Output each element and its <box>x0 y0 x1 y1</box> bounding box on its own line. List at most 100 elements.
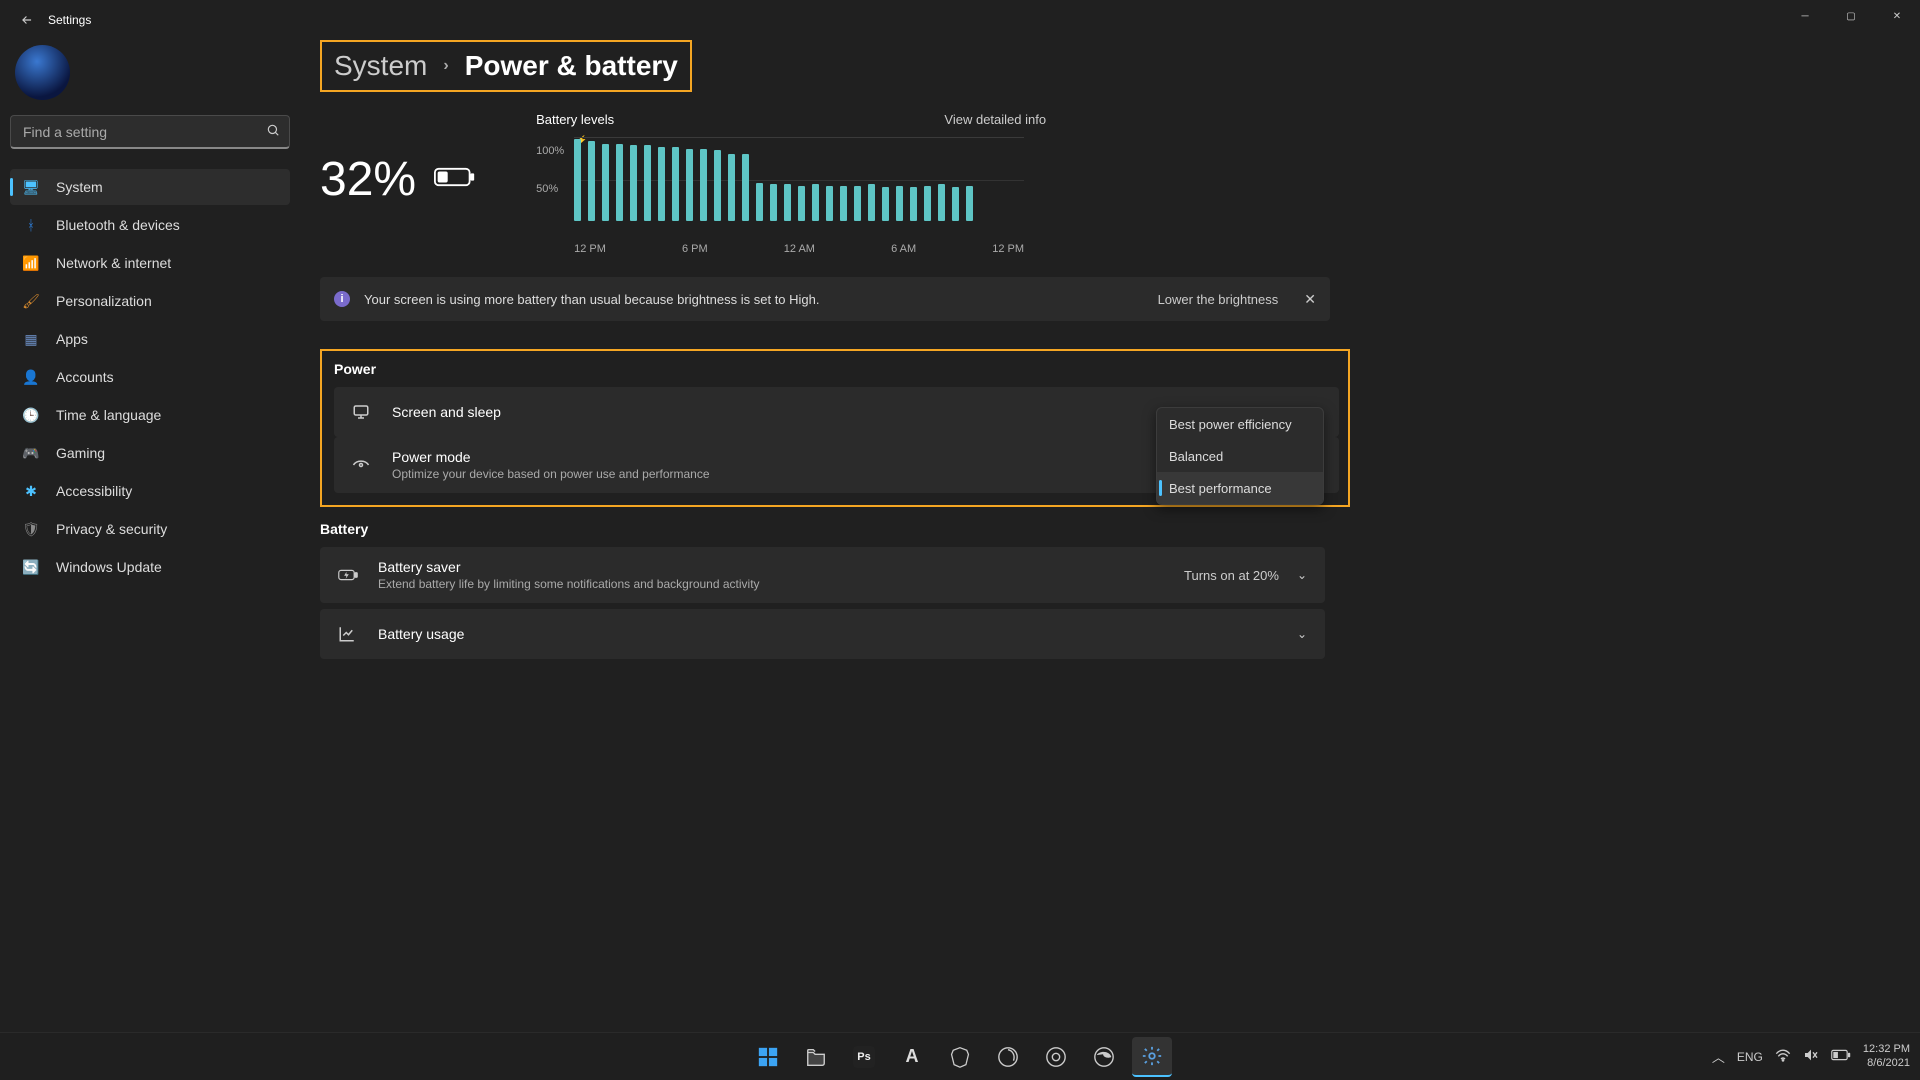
maximize-button[interactable]: ▢ <box>1828 0 1874 32</box>
sidebar-item-time-language[interactable]: 🕒Time & language <box>10 397 290 433</box>
chart-bar <box>798 186 805 221</box>
sidebar-item-gaming[interactable]: 🎮Gaming <box>10 435 290 471</box>
taskbar-app-chrome[interactable] <box>1036 1037 1076 1077</box>
tray-clock[interactable]: 12:32 PM 8/6/2021 <box>1863 1043 1910 1069</box>
power-section-highlight: Power Screen and sleep ⌄ Power mode Opti… <box>320 349 1350 507</box>
chart-bar <box>630 145 637 221</box>
battery-saver-value: Turns on at 20% <box>1184 568 1279 583</box>
wifi-icon: 📶 <box>22 254 40 272</box>
battery-percentage: 32% <box>320 152 416 207</box>
chart-bar <box>868 184 875 221</box>
chart-bar <box>756 183 763 221</box>
battery-saver-icon <box>338 568 358 582</box>
volume-icon[interactable] <box>1803 1048 1819 1065</box>
battery-percentage-block: 32% <box>320 112 476 207</box>
person-icon: 👤 <box>22 368 40 386</box>
titlebar: Settings ─ ▢ ✕ <box>0 0 1920 40</box>
shield-icon: 🛡 <box>22 520 40 538</box>
chart-bar <box>910 187 917 221</box>
tray-chevron-icon[interactable]: ︿ <box>1712 1047 1725 1066</box>
sidebar-item-windows-update[interactable]: 🔄Windows Update <box>10 549 290 585</box>
sidebar-item-accessibility[interactable]: ✱Accessibility <box>10 473 290 509</box>
chevron-down-icon: ⌄ <box>1297 627 1307 641</box>
start-button[interactable] <box>748 1037 788 1077</box>
y-tick-100: 100% <box>536 145 564 157</box>
chart-bar <box>574 139 581 221</box>
chart-bar <box>882 187 889 221</box>
battery-saver-row[interactable]: Battery saver Extend battery life by lim… <box>320 547 1325 603</box>
chart-bar <box>728 154 735 221</box>
x-tick: 6 AM <box>891 243 916 255</box>
main-content: System › Power & battery 32% Battery lev… <box>300 40 1920 1032</box>
taskbar-app-firefox[interactable] <box>988 1037 1028 1077</box>
breadcrumb-parent[interactable]: System <box>334 50 427 82</box>
sidebar-item-personalization[interactable]: 🖌Personalization <box>10 283 290 319</box>
power-mode-option[interactable]: Best power efficiency <box>1157 408 1323 440</box>
brightness-banner: i Your screen is using more battery than… <box>320 277 1330 321</box>
screen-sleep-label: Screen and sleep <box>392 404 501 420</box>
info-icon: i <box>334 291 350 307</box>
power-section-title: Power <box>334 361 1336 377</box>
clock-icon: 🕒 <box>22 406 40 424</box>
system-tray[interactable]: ︿ ENG 12:32 PM 8/6/2021 <box>1712 1043 1910 1069</box>
tray-language[interactable]: ENG <box>1737 1050 1763 1064</box>
sidebar-item-accounts[interactable]: 👤Accounts <box>10 359 290 395</box>
chart-bar <box>714 150 721 221</box>
chart-bar <box>686 149 693 221</box>
sidebar-item-network-internet[interactable]: 📶Network & internet <box>10 245 290 281</box>
battery-saver-sub: Extend battery life by limiting some not… <box>378 577 760 591</box>
chart-bar <box>854 186 861 221</box>
taskbar-app-edge[interactable] <box>1084 1037 1124 1077</box>
minimize-button[interactable]: ─ <box>1782 0 1828 32</box>
power-mode-title: Power mode <box>392 449 710 465</box>
monitor-icon <box>352 403 372 421</box>
battery-tray-icon[interactable] <box>1831 1049 1851 1064</box>
battery-saver-title: Battery saver <box>378 559 760 575</box>
taskbar-app-ps[interactable]: Ps <box>844 1037 884 1077</box>
power-mode-option[interactable]: Balanced <box>1157 440 1323 472</box>
back-button[interactable] <box>10 3 44 37</box>
breadcrumb-current: Power & battery <box>465 50 678 82</box>
chart-bar <box>616 144 623 221</box>
battery-section-title: Battery <box>320 521 1905 537</box>
taskbar-explorer[interactable] <box>796 1037 836 1077</box>
chart-line-icon <box>338 625 358 643</box>
bluetooth-icon: ᚼ <box>22 216 40 234</box>
battery-icon <box>434 166 476 193</box>
update-icon: 🔄 <box>22 558 40 576</box>
gamepad-icon: 🎮 <box>22 444 40 462</box>
brush-icon: 🖌 <box>22 292 40 310</box>
sidebar-item-privacy-security[interactable]: 🛡Privacy & security <box>10 511 290 547</box>
banner-close-button[interactable]: ✕ <box>1304 291 1316 308</box>
power-mode-option[interactable]: Best performance <box>1157 472 1323 504</box>
display-icon: 🖥 <box>22 178 40 196</box>
banner-message: Your screen is using more battery than u… <box>364 292 1158 307</box>
chart-title: Battery levels <box>536 112 614 127</box>
x-tick: 12 PM <box>574 243 606 255</box>
sidebar: 🖥SystemᚼBluetooth & devices📶Network & in… <box>0 40 300 1032</box>
chart-bar <box>658 147 665 221</box>
sidebar-item-apps[interactable]: ▦Apps <box>10 321 290 357</box>
close-button[interactable]: ✕ <box>1874 0 1920 32</box>
avatar[interactable] <box>15 45 70 100</box>
search-input[interactable] <box>10 115 290 149</box>
taskbar: Ps A ︿ ENG 12:32 PM 8/6/2021 <box>0 1032 1920 1080</box>
power-mode-icon <box>352 456 372 474</box>
battery-usage-row[interactable]: Battery usage ⌄ <box>320 609 1325 659</box>
taskbar-app-brave[interactable] <box>940 1037 980 1077</box>
view-detailed-link[interactable]: View detailed info <box>944 112 1046 127</box>
lower-brightness-link[interactable]: Lower the brightness <box>1158 292 1279 307</box>
chart-bar <box>924 186 931 221</box>
x-tick: 6 PM <box>682 243 708 255</box>
sidebar-item-system[interactable]: 🖥System <box>10 169 290 205</box>
search-icon <box>266 123 280 140</box>
sidebar-item-bluetooth-devices[interactable]: ᚼBluetooth & devices <box>10 207 290 243</box>
taskbar-app-settings[interactable] <box>1132 1037 1172 1077</box>
wifi-icon[interactable] <box>1775 1048 1791 1065</box>
breadcrumb: System › Power & battery <box>320 40 692 92</box>
chart-bar <box>896 186 903 221</box>
chart-bar <box>938 184 945 221</box>
taskbar-app-a[interactable]: A <box>892 1037 932 1077</box>
chart-bar <box>966 186 973 221</box>
accessibility-icon: ✱ <box>22 482 40 500</box>
